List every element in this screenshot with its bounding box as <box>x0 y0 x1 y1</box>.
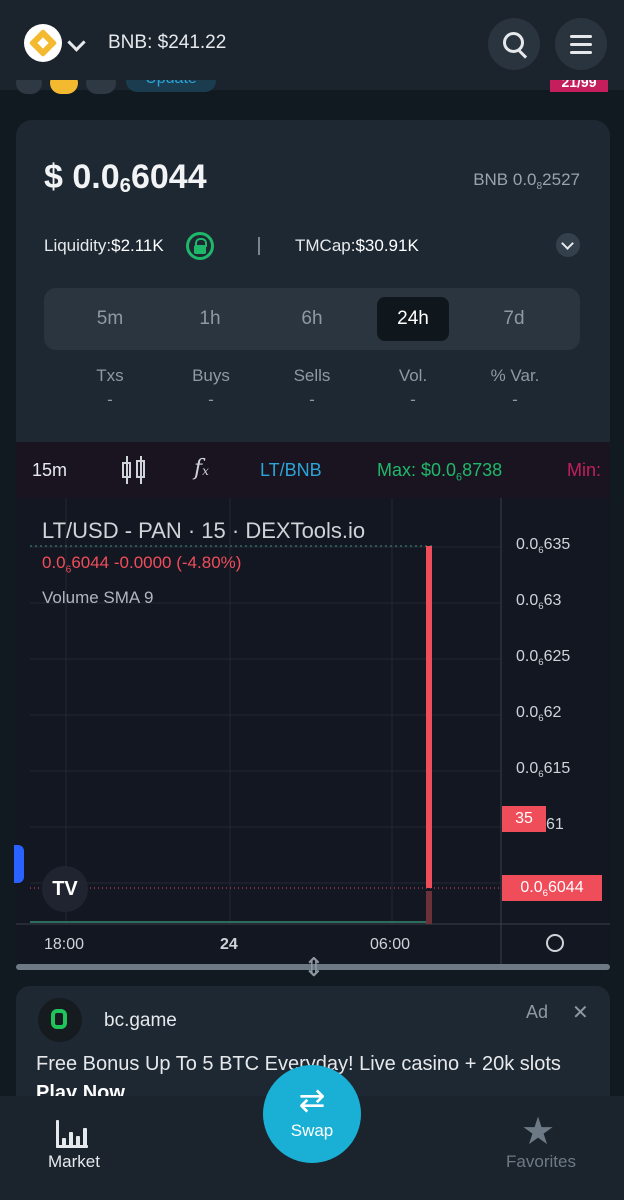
stat-vol-value: - <box>410 390 416 409</box>
min-price: Min: <box>567 460 602 480</box>
swap-button[interactable]: ⇄ Swap <box>263 1065 361 1163</box>
price-usd: $ 0.066044 <box>44 158 207 197</box>
tab-1h[interactable]: 1h <box>174 297 246 341</box>
indicators-icon[interactable]: fx <box>194 456 209 481</box>
time-tick: 24 <box>220 936 238 953</box>
candle-bar <box>426 546 432 888</box>
ad-tag: Ad <box>526 1002 549 1022</box>
chart-settings-icon[interactable] <box>544 928 564 954</box>
chevron-down-icon[interactable] <box>556 233 580 257</box>
divider <box>258 237 260 255</box>
last-price-tag: 0.066044 <box>502 875 602 901</box>
chart-title: LT/USD - PAN · 15 · DEXTools.io <box>42 518 366 543</box>
stat-var-value: - <box>512 390 518 409</box>
axis-tick: 0.06635 <box>516 536 571 556</box>
volume-tag: 35 <box>502 806 546 832</box>
axis-tick: 61 <box>546 816 564 833</box>
time-tick: 18:00 <box>44 936 85 953</box>
search-button[interactable] <box>488 18 540 70</box>
resize-icon[interactable]: ⇕ <box>303 952 325 983</box>
info-strip: Update 21/99 <box>0 80 624 102</box>
market-cap: TMCap:$30.91K <box>295 236 419 255</box>
stat-buys-label: Buys <box>192 366 230 385</box>
liquidity: Liquidity:$2.11K <box>44 236 164 255</box>
volume-indicator-label: Volume SMA 9 <box>42 588 154 607</box>
stat-var-label: % Var. <box>490 366 540 385</box>
chart-ohlc: 0.066044 -0.0000 (-4.80%) <box>42 553 242 576</box>
tab-5m[interactable]: 5m <box>74 297 146 341</box>
tab-6h[interactable]: 6h <box>276 297 348 341</box>
lock-icon[interactable] <box>186 232 214 260</box>
bc-game-logo <box>38 998 82 1042</box>
stat-buys-value: - <box>208 390 214 409</box>
top-bar: BNB: $241.22 <box>0 0 624 90</box>
pair-toggle[interactable]: LT/BNB <box>260 460 322 481</box>
update-button[interactable]: Update <box>126 80 216 92</box>
chart-toolbar: 15m fx LT/BNB Max: $0.068738 Min: <box>16 442 610 498</box>
close-icon[interactable]: ✕ <box>572 1000 589 1025</box>
interval-button[interactable]: 15m <box>32 460 67 481</box>
axis-tick: 0.06625 <box>516 648 571 668</box>
max-price: Max: $0.068738 <box>377 460 503 484</box>
stat-txs-value: - <box>107 390 113 409</box>
tab-7d[interactable]: 7d <box>478 297 550 341</box>
nav-favorites-label: Favorites <box>506 1152 576 1171</box>
timeframe-selector: 5m 1h 6h 24h 7d <box>44 288 580 350</box>
nav-market-label: Market <box>48 1152 100 1171</box>
star-icon: ★ <box>521 1111 556 1153</box>
tab-24h[interactable]: 24h <box>377 297 449 341</box>
ad-name: bc.game <box>104 1010 177 1031</box>
axis-tick: 0.0663 <box>516 592 562 612</box>
score-badge: 21/99 <box>550 80 608 92</box>
volume-bar <box>426 891 432 924</box>
stat-sells-label: Sells <box>293 366 331 385</box>
share-icon[interactable] <box>16 80 42 94</box>
axis-tick: 0.0662 <box>516 704 562 724</box>
time-tick: 06:00 <box>370 936 411 953</box>
bnb-logo-icon[interactable] <box>24 24 62 62</box>
tradingview-logo[interactable]: TV <box>42 866 88 912</box>
more-icon[interactable] <box>86 80 116 94</box>
token-icon[interactable] <box>50 80 78 94</box>
menu-button[interactable] <box>555 18 607 70</box>
swap-arrows-icon: ⇄ <box>298 1082 326 1118</box>
price-chart[interactable]: LT/USD - PAN · 15 · DEXTools.io 0.066044… <box>16 498 610 964</box>
price-bnb: BNB 0.082527 <box>473 170 580 192</box>
axis-tick: 0.06615 <box>516 760 571 780</box>
stat-txs-label: Txs <box>96 366 124 385</box>
swap-label: Swap <box>290 1121 334 1140</box>
chevron-down-icon[interactable] <box>67 33 86 52</box>
bnb-price: BNB: $241.22 <box>108 32 227 53</box>
candlestick-icon[interactable] <box>122 456 146 484</box>
bar-chart-icon <box>56 1120 88 1148</box>
stat-vol-label: Vol. <box>398 366 428 385</box>
stat-sells-value: - <box>309 390 315 409</box>
drawing-tools-toggle[interactable] <box>14 845 24 883</box>
